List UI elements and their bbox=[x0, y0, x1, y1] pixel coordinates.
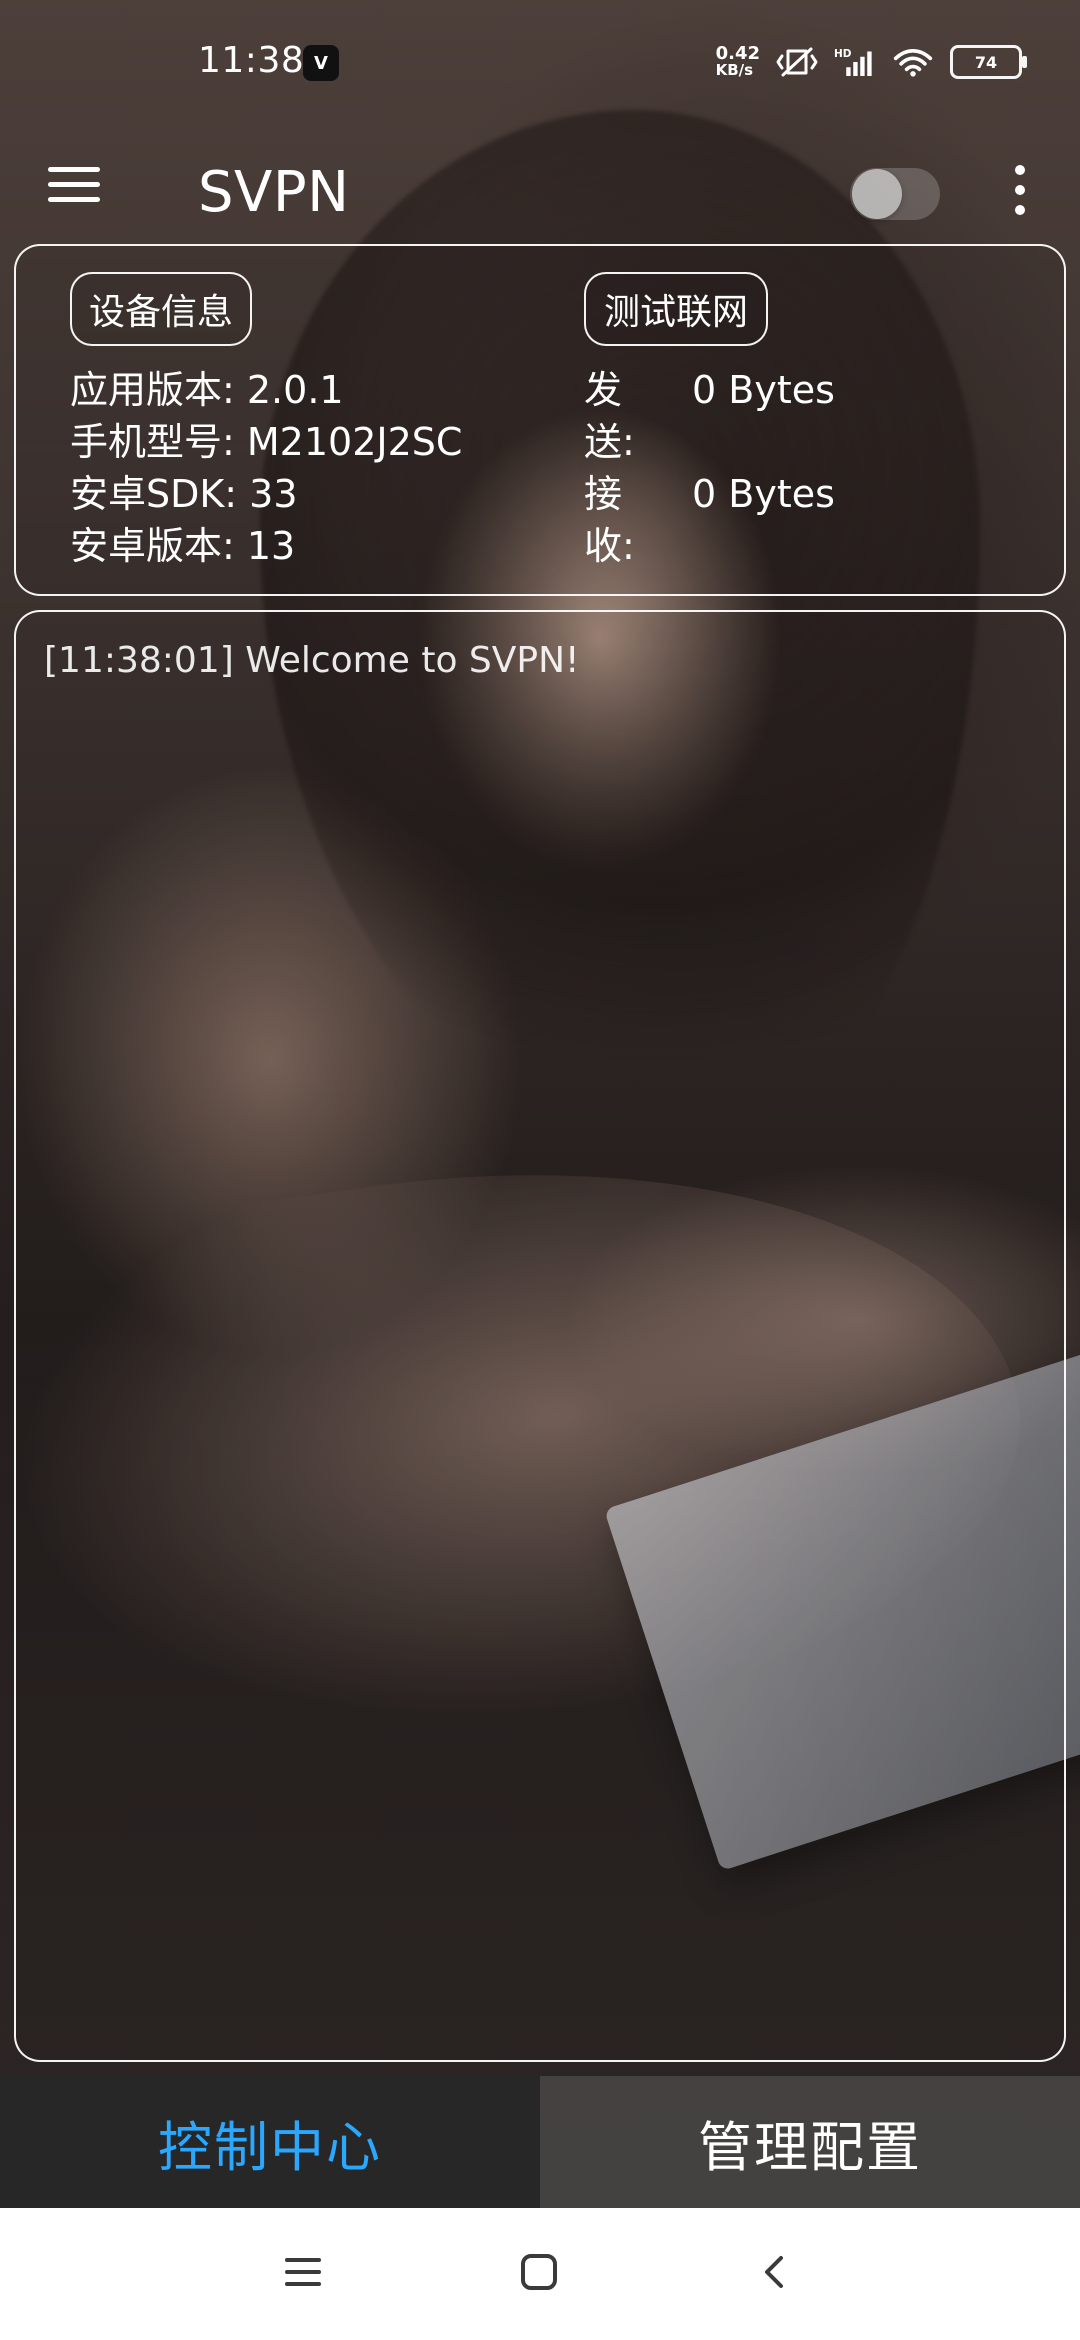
overflow-menu-button[interactable] bbox=[1000, 152, 1040, 228]
battery-level: 74 bbox=[974, 52, 998, 72]
network-speed-unit: KB/s bbox=[715, 61, 754, 79]
android-sdk-line: 安卓SDK: 33 bbox=[70, 472, 298, 516]
app-version-line: 应用版本: 2.0.1 bbox=[70, 368, 344, 412]
wifi-icon bbox=[892, 44, 934, 80]
overflow-dot bbox=[1015, 165, 1025, 175]
menu-icon-line bbox=[48, 196, 100, 202]
test-connection-button[interactable]: 测试联网 bbox=[584, 272, 768, 346]
tab-manage-config[interactable]: 管理配置 bbox=[540, 2076, 1080, 2208]
hd-label: HD bbox=[834, 48, 852, 60]
phone-model-line: 手机型号: M2102J2SC bbox=[70, 420, 463, 464]
menu-button[interactable] bbox=[48, 154, 108, 214]
recent-apps-icon bbox=[281, 2250, 325, 2298]
device-info-button[interactable]: 设备信息 bbox=[70, 272, 252, 346]
home-button[interactable] bbox=[494, 2234, 584, 2314]
traffic-stats: 发送: 0 Bytes 接收: 0 Bytes bbox=[584, 364, 835, 572]
send-stat-row: 发送: 0 Bytes bbox=[584, 364, 835, 468]
tab-control-center[interactable]: 控制中心 bbox=[0, 2076, 540, 2208]
home-icon bbox=[515, 2248, 563, 2300]
overflow-dot bbox=[1015, 205, 1025, 215]
device-info-panel: 设备信息 测试联网 应用版本: 2.0.1 手机型号: M2102J2SC 安卓… bbox=[14, 244, 1066, 596]
back-button[interactable] bbox=[730, 2234, 820, 2314]
send-label: 发送: bbox=[584, 368, 635, 464]
status-bar: 11:38 V 0.42 KB/s HD 74 bbox=[0, 0, 1080, 130]
app-title: SVPN bbox=[198, 160, 350, 225]
app-notification-icon: V bbox=[303, 45, 339, 81]
receive-stat-row: 接收: 0 Bytes bbox=[584, 468, 835, 572]
receive-value: 0 Bytes bbox=[692, 472, 835, 516]
toggle-knob bbox=[852, 169, 902, 219]
device-info-lines: 应用版本: 2.0.1 手机型号: M2102J2SC 安卓SDK: 33 安卓… bbox=[70, 364, 462, 572]
network-speed-value: 0.42 bbox=[715, 43, 760, 64]
back-icon bbox=[753, 2250, 797, 2298]
top-app-bar: SVPN bbox=[0, 130, 1080, 250]
battery-icon: 74 bbox=[950, 45, 1027, 79]
log-entry: [11:38:01] Welcome to SVPN! bbox=[44, 640, 580, 681]
menu-icon-line bbox=[48, 166, 100, 172]
receive-label: 接收: bbox=[584, 472, 635, 568]
system-navigation-bar bbox=[0, 2208, 1080, 2340]
vpn-toggle[interactable] bbox=[850, 168, 940, 220]
signal-icon: HD bbox=[834, 44, 876, 80]
status-time: 11:38 bbox=[198, 40, 305, 81]
vibration-off-icon bbox=[776, 44, 818, 80]
bottom-tab-bar: 控制中心 管理配置 bbox=[0, 2076, 1080, 2208]
status-right-icons: 0.42 KB/s HD 74 bbox=[715, 38, 1027, 86]
send-value: 0 Bytes bbox=[692, 368, 835, 412]
overflow-dot bbox=[1015, 185, 1025, 195]
log-panel[interactable]: [11:38:01] Welcome to SVPN! bbox=[14, 610, 1066, 2062]
menu-icon-line bbox=[48, 181, 100, 187]
recent-apps-button[interactable] bbox=[258, 2234, 348, 2314]
android-version-line: 安卓版本: 13 bbox=[70, 524, 296, 568]
network-speed: 0.42 KB/s bbox=[715, 43, 760, 79]
